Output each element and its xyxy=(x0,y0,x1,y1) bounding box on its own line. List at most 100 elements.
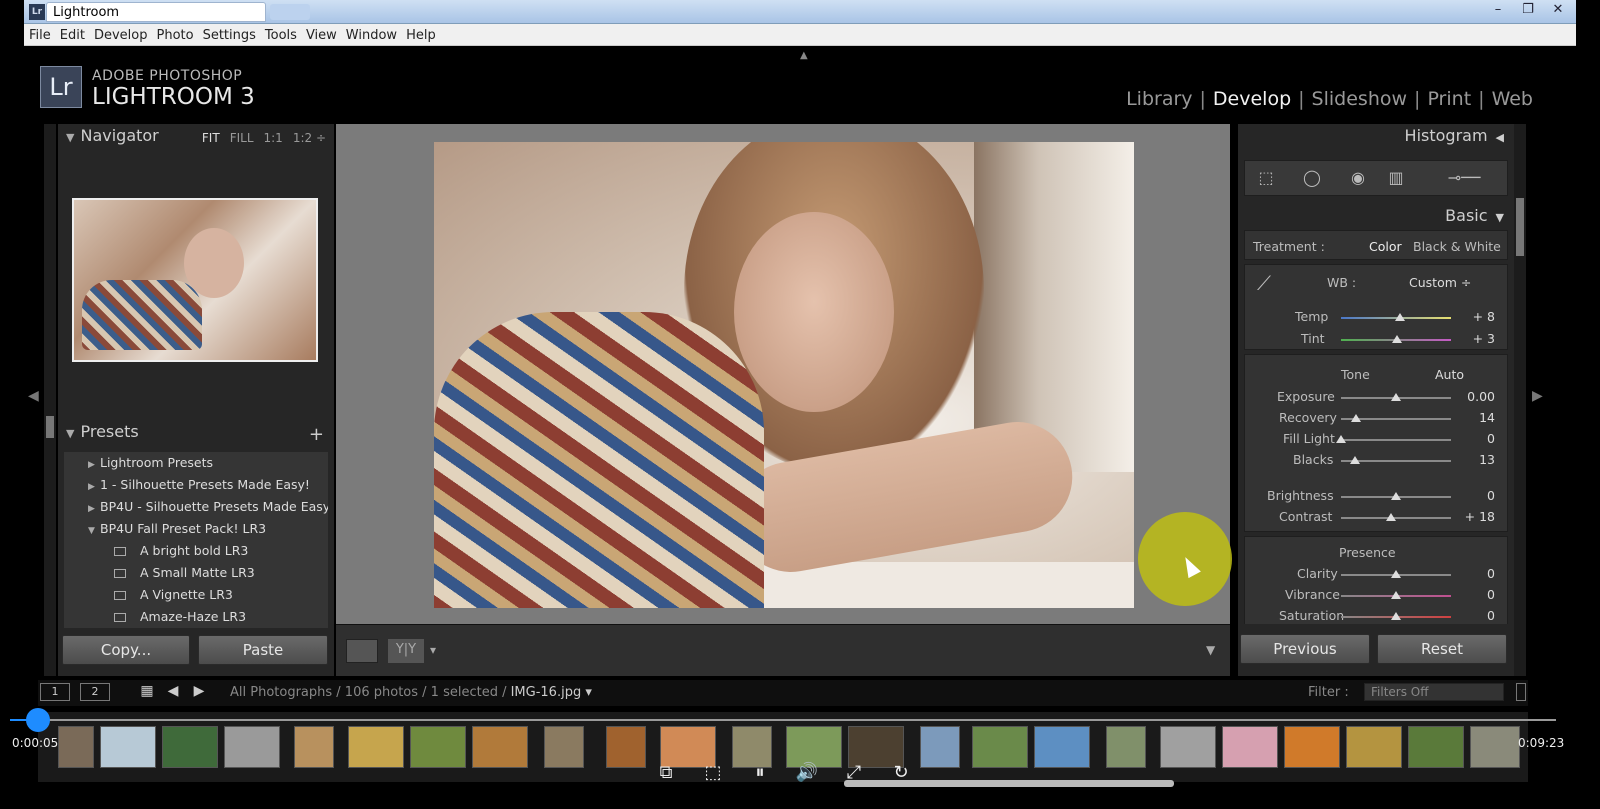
right-scrollbar[interactable] xyxy=(1514,124,1526,676)
slider-knob[interactable] xyxy=(1392,335,1403,343)
filmstrip-thumb[interactable] xyxy=(1284,726,1340,768)
wb-preset-select[interactable]: Custom ÷ xyxy=(1409,275,1471,290)
menu-develop[interactable]: Develop xyxy=(90,25,152,43)
filmstrip-thumb[interactable] xyxy=(58,726,94,768)
contrast-value[interactable]: + 18 xyxy=(1449,509,1495,524)
module-print[interactable]: Print xyxy=(1427,88,1471,110)
filmstrip-thumb[interactable] xyxy=(472,726,528,768)
zoom-fill[interactable]: FILL xyxy=(230,131,254,145)
paste-button[interactable]: Paste xyxy=(198,635,328,665)
filmstrip-thumb[interactable] xyxy=(1160,726,1216,768)
filmstrip-thumb[interactable] xyxy=(1408,726,1464,768)
expand-triangle-icon[interactable]: ▶ xyxy=(88,454,100,476)
collapse-triangle-icon[interactable]: ▼ xyxy=(66,131,74,144)
preset-item[interactable]: Amaze-Haze LR3 xyxy=(64,606,328,628)
slider-knob[interactable] xyxy=(1336,435,1346,443)
menu-view[interactable]: View xyxy=(302,25,341,43)
clarity-slider[interactable] xyxy=(1341,570,1451,578)
filmstrip-thumb[interactable] xyxy=(410,726,466,768)
menu-edit[interactable]: Edit xyxy=(56,25,89,43)
cast-icon[interactable]: ⧉ xyxy=(653,762,679,784)
source-path[interactable]: All Photographs / 106 photos / 1 selecte… xyxy=(230,685,592,700)
saturation-value[interactable]: 0 xyxy=(1449,608,1495,623)
zoom-1-2[interactable]: 1:2 ÷ xyxy=(293,131,326,145)
module-slideshow[interactable]: Slideshow xyxy=(1312,88,1407,110)
menu-photo[interactable]: Photo xyxy=(152,25,197,43)
tone-auto-button[interactable]: Auto xyxy=(1435,367,1464,382)
collapse-triangle-icon[interactable]: ◀ xyxy=(1496,131,1504,144)
crop-tool-icon[interactable]: ⬚ xyxy=(1255,167,1277,189)
clarity-value[interactable]: 0 xyxy=(1449,566,1495,581)
slider-knob[interactable] xyxy=(1391,570,1401,578)
filmstrip-thumb[interactable] xyxy=(224,726,280,768)
loupe-view-button[interactable] xyxy=(346,639,378,663)
develop-canvas[interactable] xyxy=(336,124,1230,624)
presets-header[interactable]: ▼ Presets + xyxy=(58,422,334,448)
minimize-icon[interactable]: – xyxy=(1484,0,1512,20)
brightness-value[interactable]: 0 xyxy=(1449,488,1495,503)
exposure-value[interactable]: 0.00 xyxy=(1449,389,1495,404)
preset-folder[interactable]: ▶ Lightroom Presets xyxy=(64,452,328,474)
menu-window[interactable]: Window xyxy=(342,25,401,43)
reset-button[interactable]: Reset xyxy=(1377,634,1507,664)
slider-knob[interactable] xyxy=(1391,591,1401,599)
module-web[interactable]: Web xyxy=(1492,88,1533,110)
slider-knob[interactable] xyxy=(1350,456,1361,464)
vibrance-slider[interactable] xyxy=(1341,591,1451,599)
preset-item[interactable]: A bright bold LR3 xyxy=(64,540,328,562)
filter-lock-icon[interactable] xyxy=(1516,683,1526,701)
navigator-header[interactable]: ▼ Navigator FIT FILL 1:1 1:2 ÷ xyxy=(58,126,334,152)
temp-value[interactable]: + 8 xyxy=(1449,309,1495,324)
filmstrip-thumb[interactable] xyxy=(606,726,646,768)
horizontal-scrollbar[interactable] xyxy=(844,780,1174,787)
zoom-fit[interactable]: FIT xyxy=(202,131,220,145)
maximize-icon[interactable]: ❐ xyxy=(1514,0,1542,20)
saturation-slider[interactable] xyxy=(1341,612,1451,620)
top-panel-toggle-icon[interactable]: ▲ xyxy=(800,50,808,61)
left-panel-toggle-icon[interactable]: ◀ xyxy=(28,388,39,404)
video-progress-track[interactable] xyxy=(10,719,1556,721)
recovery-slider[interactable] xyxy=(1341,414,1451,422)
navigator-preview[interactable] xyxy=(72,198,318,362)
fill-light-value[interactable]: 0 xyxy=(1449,431,1495,446)
filmstrip-thumb[interactable] xyxy=(1222,726,1278,768)
preset-folder[interactable]: ▶ 1 - Silhouette Presets Made Easy! xyxy=(64,474,328,496)
menu-tools[interactable]: Tools xyxy=(261,25,301,43)
red-eye-icon[interactable]: ◉ xyxy=(1347,167,1369,189)
filmstrip-thumb[interactable] xyxy=(294,726,334,768)
filmstrip-thumb[interactable] xyxy=(1034,726,1090,768)
tint-slider[interactable] xyxy=(1341,335,1451,343)
menu-help[interactable]: Help xyxy=(402,25,440,43)
expand-triangle-icon[interactable]: ▶ xyxy=(88,476,100,498)
copy-button[interactable]: Copy... xyxy=(62,635,190,665)
filmstrip-thumb[interactable] xyxy=(1346,726,1402,768)
menu-settings[interactable]: Settings xyxy=(199,25,260,43)
current-filename[interactable]: IMG-16.jpg ▾ xyxy=(511,685,592,700)
filmstrip-thumb[interactable] xyxy=(348,726,404,768)
right-panel-toggle-icon[interactable]: ▶ xyxy=(1532,388,1543,404)
collapse-triangle-icon[interactable]: ▼ xyxy=(1496,211,1504,224)
before-after-button[interactable]: Y|Y xyxy=(388,639,424,663)
filter-select[interactable]: Filters Off xyxy=(1364,683,1504,701)
module-library[interactable]: Library xyxy=(1126,88,1192,110)
collapse-triangle-icon[interactable]: ▼ xyxy=(66,427,74,440)
treatment-color[interactable]: Color xyxy=(1369,239,1402,254)
collapse-triangle-icon[interactable]: ▼ xyxy=(88,520,100,542)
treatment-bw[interactable]: Black & White xyxy=(1413,239,1501,254)
preset-item[interactable]: A Small Matte LR3 xyxy=(64,562,328,584)
slider-knob[interactable] xyxy=(1385,513,1396,521)
menu-file[interactable]: File xyxy=(25,25,55,43)
slider-knob[interactable] xyxy=(1391,492,1401,500)
volume-icon[interactable]: 🔊 xyxy=(794,762,820,784)
primary-window-button[interactable]: 1 xyxy=(40,683,70,701)
filmstrip-thumb[interactable] xyxy=(544,726,584,768)
right-scrollbar-thumb[interactable] xyxy=(1516,198,1524,256)
video-progress-knob[interactable] xyxy=(26,708,50,732)
filmstrip-thumb[interactable] xyxy=(1106,726,1146,768)
slider-knob[interactable] xyxy=(1395,313,1406,321)
preset-item[interactable]: A Vignette LR3 xyxy=(64,584,328,606)
filmstrip-thumb[interactable] xyxy=(162,726,218,768)
preset-folder[interactable]: ▼ BP4U Fall Preset Pack! LR3 xyxy=(64,518,328,540)
close-icon[interactable]: ✕ xyxy=(1544,0,1572,20)
slider-knob[interactable] xyxy=(1391,393,1401,401)
